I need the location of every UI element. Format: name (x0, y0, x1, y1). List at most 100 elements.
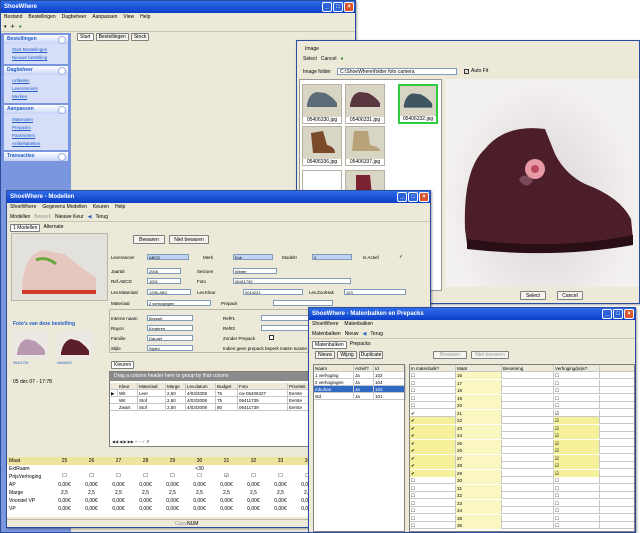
cell[interactable]: Stof (138, 397, 166, 404)
lev-kleur-field[interactable]: 0014221 (243, 289, 303, 295)
duplicate-button[interactable]: Duplicate (359, 351, 383, 359)
maximize-button[interactable]: □ (613, 309, 623, 319)
benaming-cell[interactable] (502, 417, 554, 424)
size-row[interactable]: ☐ 31 ☐ (410, 484, 634, 492)
nav-item[interactable]: Merken (12, 93, 68, 101)
verhoging-checkbox[interactable]: ☑ (554, 439, 600, 447)
verhoging-checkbox[interactable]: ☑ (554, 447, 600, 454)
in-matenbalk-checkbox[interactable]: ✔ (410, 462, 456, 469)
col-header[interactable]: Benaming (502, 365, 554, 372)
nav-item[interactable]: Artikelen (12, 77, 68, 85)
maat-cell[interactable]: 23 (456, 424, 502, 432)
menu-shoewhere[interactable]: ShoeWhere (10, 203, 36, 212)
maat-cell[interactable]: 28 (456, 462, 502, 469)
cell[interactable]: std (314, 393, 354, 400)
tab-bestellingen[interactable]: Bestellingen (95, 33, 129, 41)
minimize-button[interactable]: _ (322, 2, 332, 12)
materiaal-field[interactable]: 2 verhogingen (147, 300, 211, 306)
cell[interactable]: Ja (354, 379, 374, 386)
in-matenbalk-checkbox[interactable]: ☐ (410, 484, 456, 492)
nav-item[interactable]: Start Bestellingen (12, 46, 68, 54)
verhoging-checkbox[interactable]: ☑ (554, 462, 600, 469)
col-header[interactable]: Kleur (118, 383, 138, 390)
cell[interactable]: cw-05406327 (238, 390, 288, 397)
back-arrow-icon[interactable]: ◀ (363, 331, 367, 337)
thumbnail[interactable]: 05406331.jpg (345, 84, 385, 124)
col-header[interactable]: Maat (456, 365, 502, 372)
verhoging-checkbox[interactable]: ☐ (554, 372, 600, 379)
in-matenbalk-checkbox[interactable]: ☐ (410, 379, 456, 387)
cell[interactable]: Leer (138, 390, 166, 397)
close-button[interactable]: × (344, 2, 354, 12)
benaming-cell[interactable] (502, 507, 554, 514)
cell[interactable]: Wit (118, 390, 138, 397)
maat-cell[interactable]: 25 (456, 439, 502, 447)
verhoging-checkbox[interactable]: ☐ (554, 499, 600, 507)
cell[interactable]: 104 (374, 379, 406, 386)
in-matenbalk-checkbox[interactable]: ☐ (410, 372, 456, 379)
menu-aanpassen[interactable]: Aanpassen (92, 13, 117, 22)
cell[interactable]: 2,50 (166, 397, 186, 404)
rayon-field[interactable]: Kinderen (147, 325, 193, 331)
size-row[interactable]: ☐ 20 ☐ (410, 402, 634, 409)
list-item[interactable]: mbuhan Ja 103 (314, 386, 406, 393)
toolbar-terug[interactable]: Terug (95, 214, 108, 220)
toolbar-nieuwe-keur[interactable]: Nieuwe Keur (55, 214, 84, 220)
in-matenbalk-checkbox[interactable]: ☐ (410, 394, 456, 402)
maat-cell[interactable]: 27 (456, 454, 502, 462)
in-matenbalk-checkbox[interactable]: ✔ (410, 409, 456, 417)
maat-cell[interactable]: 35 (456, 514, 502, 522)
in-matenbalk-checkbox[interactable]: ✔ (410, 447, 456, 454)
cell[interactable]: 2,50 (166, 390, 186, 397)
tab-prepacks[interactable]: Prepacks (350, 341, 371, 349)
maat-cell[interactable]: 22 (456, 417, 502, 424)
foto-field[interactable]: 06411739 (233, 278, 351, 284)
benaming-cell[interactable] (502, 372, 554, 379)
col-header[interactable]: Marge (166, 383, 186, 390)
cell[interactable]: 75 (216, 390, 238, 397)
modell-field[interactable]: 0 (312, 254, 352, 260)
verhoging-checkbox[interactable]: ☑ (554, 469, 600, 477)
size-row[interactable]: ☐ 18 ☐ (410, 387, 634, 394)
close-button[interactable]: × (419, 192, 429, 202)
leverancier-field[interactable]: ABCD (147, 254, 189, 260)
size-row[interactable]: ✔ 21 ☑ (410, 409, 634, 417)
grid-navigator[interactable]: ◀◀ ◀ ▶ ▶▶ + − ✓ ✗ (112, 439, 150, 444)
in-matenbalk-checkbox[interactable]: ✔ (410, 424, 456, 432)
in-matenbalk-checkbox[interactable]: ☐ (410, 522, 456, 529)
verhoging-checkbox[interactable]: ☐ (554, 387, 600, 394)
nav-header[interactable]: Transacties (4, 152, 68, 161)
benaming-cell[interactable] (502, 462, 554, 469)
list-item[interactable]: 1 verhoging Ja 102 (314, 372, 406, 379)
cell[interactable]: 2,50 (166, 404, 186, 411)
benaming-cell[interactable] (502, 439, 554, 447)
col-header[interactable]: Id (374, 365, 406, 372)
ref-field[interactable]: 1001 (147, 278, 181, 284)
close-button[interactable]: × (624, 309, 634, 319)
maat-cell[interactable]: 34 (456, 507, 502, 514)
verhoging-checkbox[interactable]: ☐ (554, 492, 600, 499)
jaartal-field[interactable]: 2008 (147, 268, 181, 274)
menu-gegevens[interactable]: Gegevens Modellen (42, 203, 86, 212)
thumbnail[interactable]: 05406332.jpg (398, 84, 438, 124)
tab-modellen[interactable]: 1 Modellen (10, 224, 41, 232)
size-row[interactable]: ☐ 16 ☐ (410, 372, 634, 379)
globe-icon[interactable]: ● (340, 56, 343, 62)
toolbar-bewerk[interactable]: Bewerk (34, 214, 51, 220)
col-header[interactable]: In matenbalk? (410, 365, 456, 372)
size-row[interactable]: ✔ 29 ☑ (410, 469, 634, 477)
zonder-prepack-checkbox[interactable] (269, 335, 274, 340)
tab-alternate[interactable]: Alternate (43, 224, 63, 232)
in-matenbalk-checkbox[interactable]: ☐ (410, 507, 456, 514)
image-folder-input[interactable]: C:\ShoeWhere\folder foto camera (337, 68, 457, 75)
benaming-cell[interactable] (502, 394, 554, 402)
menu-help[interactable]: Help (140, 13, 150, 22)
cell[interactable]: 4/03/2008 (186, 390, 216, 397)
benaming-cell[interactable] (502, 469, 554, 477)
cell[interactable]: 06411739 (238, 404, 288, 411)
maximize-button[interactable]: □ (408, 192, 418, 202)
in-matenbalk-checkbox[interactable]: ☐ (410, 499, 456, 507)
menu-help[interactable]: Help (115, 203, 125, 212)
merk-field[interactable]: Eok (233, 254, 273, 260)
verhoging-checkbox[interactable]: ☐ (554, 402, 600, 409)
